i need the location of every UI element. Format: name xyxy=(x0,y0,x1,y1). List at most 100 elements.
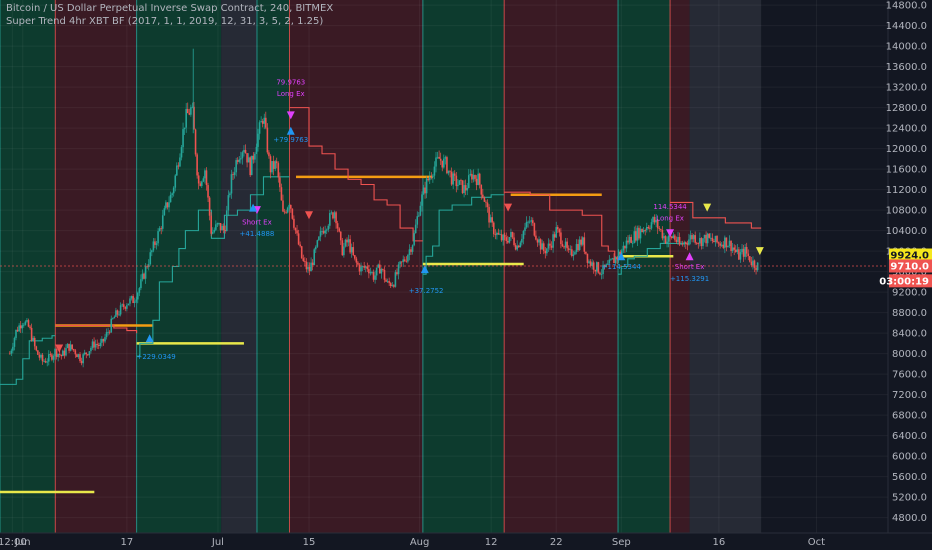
symbol-title[interactable]: Bitcoin / US Dollar Perpetual Inverse Sw… xyxy=(6,3,333,14)
candle-body xyxy=(441,160,444,168)
price-tick: 8800.0 xyxy=(892,308,927,319)
candle-body xyxy=(285,211,287,213)
indicator-title[interactable]: Super Trend 4hr XBT BF (2017, 1, 1, 2019… xyxy=(6,16,323,27)
candle-body xyxy=(709,237,712,239)
candle-body xyxy=(467,175,470,189)
candle-body xyxy=(302,258,305,261)
candle-body xyxy=(87,354,89,356)
candle-body xyxy=(444,157,447,159)
price-tick: 14400.0 xyxy=(886,21,927,32)
candle-body xyxy=(118,314,120,316)
candle-body xyxy=(489,217,492,223)
candle-body xyxy=(13,337,16,347)
price-tick: 9200.0 xyxy=(892,288,927,299)
candle-body xyxy=(186,108,189,114)
candle-body xyxy=(544,250,547,254)
candle-body xyxy=(449,170,451,172)
price-tick: 10400.0 xyxy=(886,226,927,237)
candle-body xyxy=(357,262,359,265)
candle-body xyxy=(535,235,537,240)
candle-body xyxy=(363,266,365,268)
candle-body xyxy=(143,273,145,279)
candle-body xyxy=(110,318,113,333)
price-tick: 5200.0 xyxy=(892,493,927,504)
candle-body xyxy=(299,244,301,247)
candle-body xyxy=(402,259,405,262)
candle-body xyxy=(672,235,675,239)
candle-body xyxy=(519,242,522,248)
candle-body xyxy=(47,354,50,362)
zone-long-6 xyxy=(422,0,505,533)
candle-body xyxy=(230,174,233,194)
candle-body xyxy=(727,245,729,248)
candle-body xyxy=(224,230,227,232)
candle-body xyxy=(728,240,731,246)
candle-body xyxy=(344,239,347,247)
candle-body xyxy=(112,318,114,320)
candle-body xyxy=(689,235,692,240)
candle-body xyxy=(446,157,448,174)
candle-body xyxy=(349,239,351,253)
candle-body xyxy=(375,267,378,276)
candle-body xyxy=(225,210,228,232)
candle-body xyxy=(158,228,161,232)
candle-body xyxy=(550,245,553,248)
signal-label-5: +229.0349 xyxy=(136,353,175,361)
candle-body xyxy=(113,316,116,319)
candle-body xyxy=(753,260,756,268)
candle-body xyxy=(424,187,426,194)
candle-body xyxy=(505,237,508,241)
candle-body xyxy=(678,236,681,245)
candle-body xyxy=(503,234,506,238)
signal-label-1: Long Ex xyxy=(277,90,305,98)
candle-body xyxy=(54,349,56,357)
candle-body xyxy=(407,255,409,262)
time-tick-12: 12 xyxy=(485,537,498,548)
candle-body xyxy=(32,337,34,341)
candle-body xyxy=(730,240,732,252)
candle-body xyxy=(10,350,13,354)
candle-body xyxy=(630,236,632,244)
price-chart[interactable]: 79.9763 Long Ex +79.9763 Short Ex +41.4888 +2… xyxy=(0,0,932,550)
candle-body xyxy=(596,262,598,272)
candle-body xyxy=(374,275,376,280)
price-tick: 8000.0 xyxy=(892,349,927,360)
candle-body xyxy=(252,155,255,160)
candle-body xyxy=(680,243,682,245)
signal-label-3: Short Ex xyxy=(242,218,272,226)
candle-body xyxy=(389,283,392,287)
candle-body xyxy=(68,343,70,351)
price-tick: 7600.0 xyxy=(892,370,927,381)
price-tick: 10800.0 xyxy=(886,206,927,217)
candle-body xyxy=(371,272,373,273)
candle-body xyxy=(341,240,344,256)
candle-body xyxy=(522,231,525,239)
candle-body xyxy=(129,298,131,304)
candle-body xyxy=(136,292,139,300)
candle-body xyxy=(244,149,247,154)
candle-body xyxy=(571,249,573,256)
candle-body xyxy=(268,152,270,157)
candle-body xyxy=(610,259,612,261)
time-axis[interactable]: 12:00Jun 17 Jul 15 Aug 12 22 Sep 16 Oct xyxy=(0,532,932,550)
candle-body xyxy=(288,204,291,208)
candle-body xyxy=(325,229,328,231)
candle-body xyxy=(569,249,572,251)
candle-body xyxy=(21,325,24,329)
candle-body xyxy=(421,194,423,206)
candle-body xyxy=(703,234,706,239)
candle-body xyxy=(447,170,450,174)
candle-body xyxy=(99,342,102,346)
price-tick: 14800.0 xyxy=(886,1,927,12)
candle-body xyxy=(561,244,564,247)
candle-body xyxy=(316,240,319,247)
candle-body xyxy=(238,159,241,162)
candle-body xyxy=(724,237,726,248)
candle-body xyxy=(457,184,459,187)
candle-body xyxy=(752,260,754,266)
candle-body xyxy=(747,253,750,257)
candle-body xyxy=(304,260,306,262)
candle-body xyxy=(23,324,25,326)
candle-body xyxy=(552,234,554,248)
candle-body xyxy=(566,241,568,249)
